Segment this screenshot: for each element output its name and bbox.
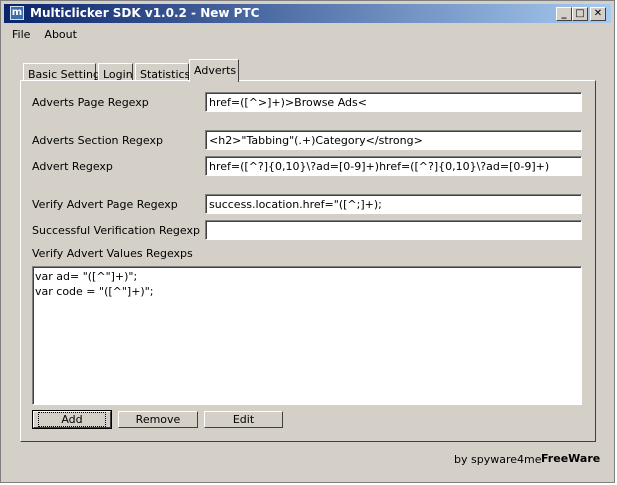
credit-text: by spyware4me — [454, 453, 542, 466]
app-window: m Multiclicker SDK v1.0.2 - New PTC _ □ … — [0, 0, 615, 483]
minimize-button[interactable]: _ — [556, 7, 572, 21]
advert-regexp-label: Advert Regexp — [32, 160, 113, 173]
menu-about[interactable]: About — [36, 25, 83, 41]
verify-advert-page-regexp-label: Verify Advert Page Regexp — [32, 198, 178, 211]
title-bar[interactable]: m Multiclicker SDK v1.0.2 - New PTC _ □ … — [4, 4, 611, 23]
remove-button[interactable]: Remove — [118, 411, 198, 428]
verify-value-line: var ad= "([^"]+)"; — [35, 270, 138, 283]
adverts-section-regexp-label: Adverts Section Regexp — [32, 134, 163, 147]
successful-verification-regexp-label: Successful Verification Regexp — [32, 224, 200, 237]
verify-value-line: var code = "([^"]+)"; — [35, 285, 154, 298]
license-text: FreeWare — [541, 452, 601, 465]
adverts-page-regexp-input[interactable]: href=([^>]+)>Browse Ads< — [205, 92, 582, 112]
tab-adverts[interactable]: Adverts — [189, 59, 239, 82]
tab-statistics[interactable]: Statistics — [135, 63, 190, 81]
add-button[interactable]: Add — [32, 410, 112, 429]
verify-advert-values-label: Verify Advert Values Regexps — [32, 247, 193, 260]
advert-regexp-input[interactable]: href=([^?]{0,10}\?ad=[0-9]+)href=([^?]{0… — [205, 156, 582, 176]
app-icon: m — [10, 6, 24, 20]
close-button[interactable]: ✕ — [590, 7, 606, 21]
menu-file[interactable]: File — [4, 25, 36, 41]
tab-login[interactable]: Login — [98, 63, 133, 81]
add-button-label: Add — [38, 412, 106, 427]
successful-verification-regexp-input[interactable] — [205, 220, 582, 240]
tab-basic-settings[interactable]: Basic Settings — [23, 63, 106, 81]
verify-advert-page-regexp-input[interactable]: success.location.href="([^;]+); — [205, 194, 582, 214]
verify-advert-values-list[interactable]: var ad= "([^"]+)"; var code = "([^"]+)"; — [32, 266, 582, 405]
edit-button[interactable]: Edit — [204, 411, 283, 428]
menu-bar: File About — [4, 25, 83, 43]
maximize-button[interactable]: □ — [572, 7, 588, 21]
adverts-section-regexp-input[interactable]: <h2>"Tabbing"(.+)Category</strong> — [205, 130, 582, 150]
window-title: Multiclicker SDK v1.0.2 - New PTC — [30, 6, 260, 20]
adverts-page-regexp-label: Adverts Page Regexp — [32, 96, 149, 109]
